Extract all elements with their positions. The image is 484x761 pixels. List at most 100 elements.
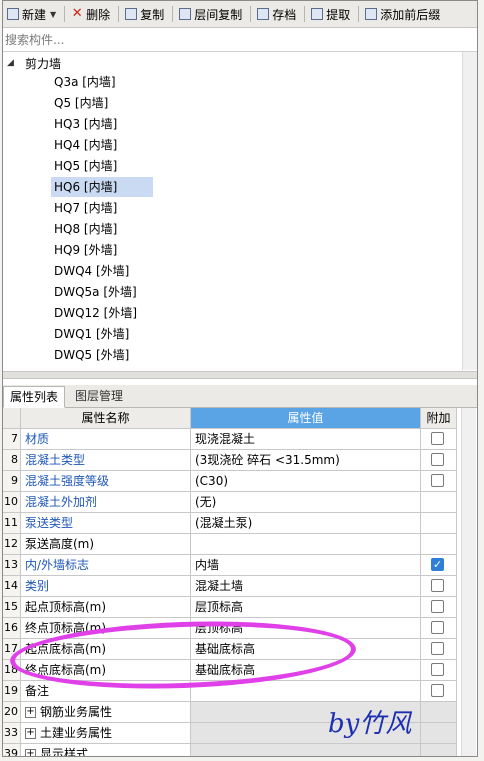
property-row: 17 起点底标高(m) 基础底标高 <box>3 639 461 660</box>
property-name: 类别 <box>21 576 191 597</box>
tree-item[interactable]: HQ4 [内墙] <box>51 135 120 155</box>
property-row: 13 内/外墙标志 内墙 <box>3 555 461 576</box>
tree-item[interactable]: HQ6 [内墙] <box>51 177 153 197</box>
property-group-name: + 显示样式 <box>21 744 191 756</box>
signature-text: by竹风 <box>328 709 412 739</box>
row-number: 8 <box>3 450 21 471</box>
tree-item[interactable]: DWQ4 [外墙] <box>51 261 132 281</box>
property-value[interactable]: (C30) <box>191 471 421 492</box>
toolbar-button-label: 层间复制 <box>194 7 243 22</box>
chevron-down-icon[interactable]: ▼ <box>50 10 56 19</box>
tree-item[interactable]: HQ7 [内墙] <box>51 198 120 218</box>
tab-property-list[interactable]: 属性列表 <box>3 386 66 408</box>
property-name: 混凝土类型 <box>21 450 191 471</box>
row-number: 15 <box>3 597 21 618</box>
additional-checkbox[interactable] <box>431 432 444 445</box>
additional-checkbox[interactable] <box>431 579 444 592</box>
row-number: 7 <box>3 429 21 450</box>
search-input[interactable] <box>3 29 477 51</box>
toolbar-separator <box>250 6 252 22</box>
toolbar-button-label: 添加前后缀 <box>380 7 441 22</box>
additional-cell <box>421 576 457 597</box>
property-value[interactable]: (无) <box>191 492 421 513</box>
property-value[interactable] <box>191 681 421 702</box>
tree-item[interactable]: Q3a [内墙] <box>51 72 119 92</box>
additional-checkbox[interactable] <box>431 453 444 466</box>
property-value[interactable]: 基础底标高 <box>191 660 421 681</box>
toolbar-button-save[interactable]: 存档 <box>253 3 302 25</box>
property-name: 终点底标高(m) <box>21 660 191 681</box>
expand-plus-icon[interactable]: + <box>25 707 36 718</box>
additional-cell <box>421 702 457 723</box>
toolbar-separator <box>172 6 174 22</box>
property-value[interactable]: 基础底标高 <box>191 639 421 660</box>
new-icon <box>7 8 19 20</box>
row-number: 9 <box>3 471 21 492</box>
additional-cell <box>421 471 457 492</box>
toolbar-button-extract[interactable]: 提取 <box>307 3 356 25</box>
toolbar-button-floor-copy[interactable]: 层间复制 <box>175 3 248 25</box>
property-value[interactable]: (混凝土泵) <box>191 513 421 534</box>
toolbar-button-prefix-suffix[interactable]: 添加前后缀 <box>361 3 446 25</box>
additional-checkbox[interactable] <box>431 621 444 634</box>
tree-item[interactable]: HQ9 [外墙] <box>51 240 120 260</box>
toolbar: 新建 ▼ ✕ 删除 复制 层间复制 存档 提取 添加前后缀 <box>3 1 477 28</box>
property-value[interactable]: (3现浇砼 碎石 <31.5mm) <box>191 450 421 471</box>
property-value[interactable]: 现浇混凝土 <box>191 429 421 450</box>
tree-item[interactable]: HQ3 [内墙] <box>51 114 120 134</box>
additional-checkbox[interactable] <box>431 474 444 487</box>
toolbar-button-label: 复制 <box>140 7 165 22</box>
property-name: 混凝土强度等级 <box>21 471 191 492</box>
collapse-triangle-icon[interactable]: ◢ <box>7 58 25 68</box>
tab-layer-management[interactable]: 图层管理 <box>69 386 129 406</box>
tree-item[interactable]: DWQ5a [外墙] <box>51 282 140 302</box>
row-number: 12 <box>3 534 21 555</box>
extract-icon <box>311 8 324 20</box>
property-tabs: 属性列表 图层管理 <box>3 385 477 408</box>
property-value[interactable]: 层顶标高 <box>191 597 421 618</box>
tree-item[interactable]: HQ8 [内墙] <box>51 219 120 239</box>
row-number: 11 <box>3 513 21 534</box>
property-value[interactable]: 内墙 <box>191 555 421 576</box>
additional-checkbox[interactable] <box>431 600 444 613</box>
panel-splitter[interactable] <box>3 371 477 379</box>
group-label: 土建业务属性 <box>40 726 113 740</box>
property-row: 11 泵送类型 (混凝土泵) <box>3 513 461 534</box>
toolbar-button-copy[interactable]: 复制 <box>121 3 170 25</box>
expand-plus-icon[interactable]: + <box>25 749 36 756</box>
floor-copy-icon <box>179 8 192 20</box>
tree-item[interactable]: DWQ1 [外墙] <box>51 324 132 344</box>
property-value[interactable]: 混凝土墙 <box>191 576 421 597</box>
property-name: 起点顶标高(m) <box>21 597 191 618</box>
header-property-name: 属性名称 <box>21 408 191 429</box>
additional-checkbox[interactable] <box>431 555 444 575</box>
property-row: 10 混凝土外加剂 (无) <box>3 492 461 513</box>
property-value[interactable]: 层顶标高 <box>191 618 421 639</box>
tree-root-shear-wall[interactable]: ◢ 剪力墙 <box>7 54 61 72</box>
search-bar <box>3 29 477 52</box>
property-name: 备注 <box>21 681 191 702</box>
tree-item[interactable]: DWQ12 [外墙] <box>51 303 140 323</box>
property-group-row[interactable]: 39 + 显示样式 <box>3 744 461 756</box>
tree-item[interactable]: Q5 [内墙] <box>51 93 111 113</box>
grid-header-row: 属性名称 属性值 附加 <box>3 408 461 429</box>
additional-checkbox[interactable] <box>431 684 444 697</box>
property-value[interactable] <box>191 534 421 555</box>
property-name: 起点底标高(m) <box>21 639 191 660</box>
tree-item[interactable]: HQ5 [内墙] <box>51 156 120 176</box>
toolbar-button-new[interactable]: 新建 ▼ <box>3 3 62 25</box>
header-property-value: 属性值 <box>191 408 421 429</box>
additional-checkbox[interactable] <box>431 663 444 676</box>
tree-scrollbar[interactable] <box>462 52 477 370</box>
toolbar-button-delete[interactable]: ✕ 删除 <box>67 3 116 25</box>
property-group-name: + 钢筋业务属性 <box>21 702 191 723</box>
additional-cell <box>421 597 457 618</box>
tree-root-label: 剪力墙 <box>25 56 62 71</box>
tree-item[interactable]: DWQ5 [外墙] <box>51 345 132 365</box>
additional-checkbox[interactable] <box>431 642 444 655</box>
grid-scrollbar[interactable] <box>461 408 476 756</box>
row-number: 19 <box>3 681 21 702</box>
expand-plus-icon[interactable]: + <box>25 728 36 739</box>
row-number: 20 <box>3 702 21 723</box>
row-number: 10 <box>3 492 21 513</box>
